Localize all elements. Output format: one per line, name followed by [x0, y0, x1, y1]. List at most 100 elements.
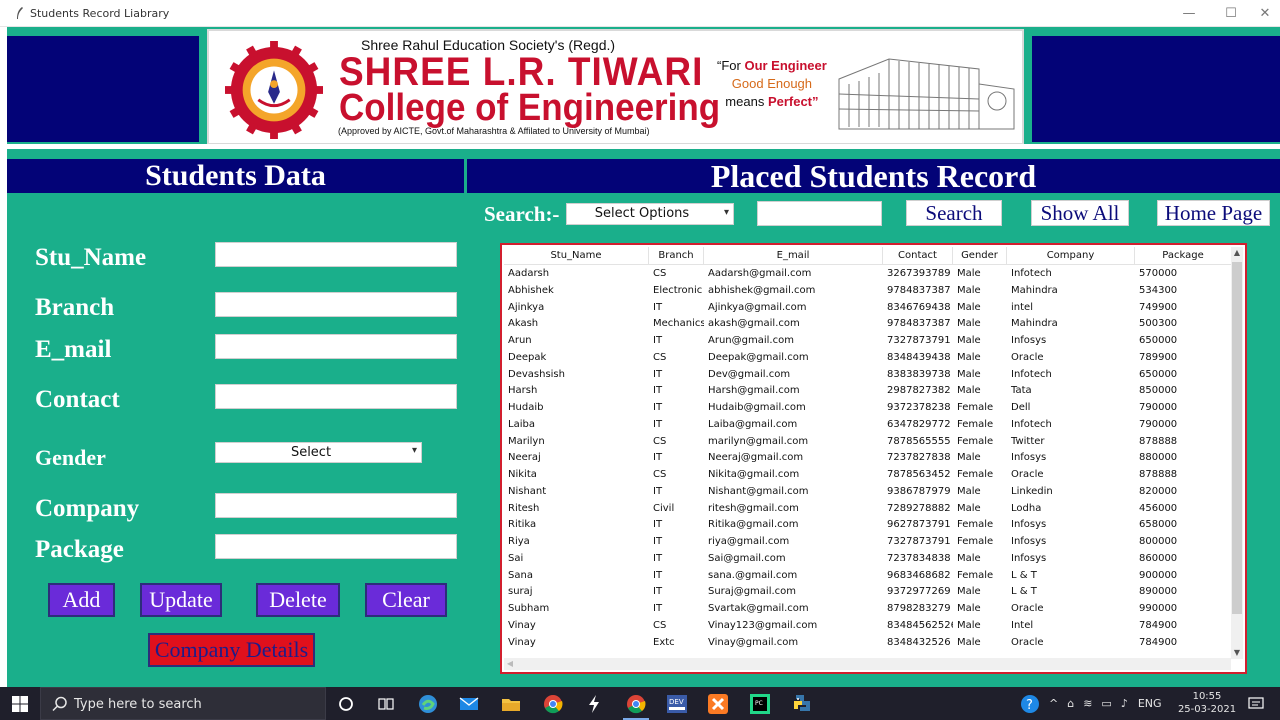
table-cell: 900000 [1139, 569, 1178, 581]
language-indicator[interactable]: ENG [1138, 697, 1162, 710]
clear-button[interactable]: Clear [365, 583, 447, 617]
column-header[interactable]: Branch [649, 247, 704, 264]
table-cell: Male [957, 335, 981, 346]
table-row[interactable]: Arun IT Arun@gmail.com 7327873791 Male Infosy… [504, 333, 1232, 350]
update-button[interactable]: Update [140, 583, 222, 617]
branch-input[interactable] [215, 292, 457, 317]
table-row[interactable]: Ajinkya IT Ajinkya@gmail.com 8346769438 Male… [504, 300, 1232, 317]
battery-icon[interactable]: ▭ [1101, 697, 1111, 710]
table-cell: Nishant [508, 485, 547, 497]
chevron-up-icon[interactable]: ^ [1049, 697, 1058, 710]
close-button[interactable]: ✕ [1242, 0, 1280, 27]
search-options-select[interactable]: Select Options ▾ [566, 203, 734, 225]
network-icon[interactable]: ⌂ [1067, 697, 1074, 710]
table-row[interactable]: Akash Mechanics akash@gmail.com 9784837387 M… [504, 316, 1232, 333]
column-header[interactable]: Company [1007, 247, 1135, 264]
wifi-icon[interactable]: ≋ [1083, 697, 1092, 710]
table-row[interactable]: Sana IT sana.@gmail.com 9683468682 Female L &… [504, 568, 1232, 585]
stu-name-input[interactable] [215, 242, 457, 267]
vertical-scrollbar[interactable]: ▲ ▼ [1231, 247, 1243, 659]
column-header[interactable]: Contact [883, 247, 953, 264]
table-row[interactable]: Neeraj IT Neeraj@gmail.com 7237827838 Male In… [504, 450, 1232, 467]
table-row[interactable]: Riya IT riya@gmail.com 7327873791 Female Info… [504, 534, 1232, 551]
chrome-profile-icon[interactable] [619, 691, 653, 720]
table-cell: Tata [1011, 385, 1032, 397]
file-explorer-icon[interactable] [494, 691, 528, 716]
table-row[interactable]: Sai IT Sai@gmail.com 7237834838 Male Infosys 8… [504, 551, 1232, 568]
table-cell: 7327873791 [887, 335, 951, 346]
volume-icon[interactable]: ♪ [1121, 697, 1128, 710]
table-row[interactable]: Devashsish IT Dev@gmail.com 8383839738 Male I… [504, 367, 1232, 384]
chrome-icon[interactable] [536, 691, 570, 716]
table-row[interactable]: suraj IT Suraj@gmail.com 9372977269 Male L & … [504, 584, 1232, 601]
table-cell: Neeraj@gmail.com [708, 452, 804, 464]
table-row[interactable]: Subham IT Svartak@gmail.com 8798283279 Male O… [504, 601, 1232, 618]
column-header[interactable]: Package [1135, 247, 1232, 264]
home-page-button[interactable]: Home Page [1157, 200, 1270, 226]
gender-select[interactable]: Select ▾ [215, 442, 422, 463]
package-input[interactable] [215, 534, 457, 559]
table-cell: Harsh [508, 385, 538, 397]
table-cell: Infotech [1011, 268, 1052, 279]
column-header[interactable]: E_mail [704, 247, 883, 264]
table-row[interactable]: Ritesh Civil ritesh@gmail.com 7289278882 Mal… [504, 501, 1232, 518]
table-cell: 650000 [1139, 335, 1178, 346]
search-button[interactable]: Search [906, 200, 1002, 226]
bolt-app-icon[interactable] [577, 691, 611, 716]
dev-app-icon[interactable]: DEV [660, 691, 694, 716]
scroll-up-icon[interactable]: ▲ [1231, 247, 1243, 259]
package-label: Package [35, 536, 124, 563]
table-cell: Female [957, 519, 994, 531]
taskbar-search-box[interactable]: Type here to search [40, 687, 326, 720]
scrollbar-thumb[interactable] [1232, 262, 1242, 614]
table-row[interactable]: Harsh IT Harsh@gmail.com 2987827382 Male Tata… [504, 383, 1232, 400]
table-row[interactable]: Nikita CS Nikita@gmail.com 7878563452 Female… [504, 467, 1232, 484]
table-row[interactable]: Vinay Extc Vinay@gmail.com 8348432526 Male Or… [504, 635, 1232, 652]
table-row[interactable]: Ritika IT Ritika@gmail.com 9627873791 Female… [504, 517, 1232, 534]
table-body: Aadarsh CS Aadarsh@gmail.com 3267393789 Male… [504, 266, 1232, 651]
pycharm-icon[interactable]: PC [743, 691, 777, 716]
email-input[interactable] [215, 334, 457, 359]
horizontal-scrollbar[interactable]: ◀ [504, 658, 1231, 670]
search-input[interactable] [757, 201, 882, 226]
clock[interactable]: 10:55 25-03-2021 [1172, 690, 1242, 716]
table-row[interactable]: Abhishek Electronic abhishek@gmail.com 9784… [504, 283, 1232, 300]
table-cell: IT [653, 335, 663, 346]
edge-icon[interactable] [411, 691, 445, 716]
company-input[interactable] [215, 493, 457, 518]
windows-start-icon[interactable] [0, 687, 40, 720]
table-row[interactable]: Deepak CS Deepak@gmail.com 8348439438 Male Or… [504, 350, 1232, 367]
table-row[interactable]: Vinay CS Vinay123@gmail.com 83484562526 Male… [504, 618, 1232, 635]
table-cell: Deepak [508, 351, 547, 363]
column-header[interactable]: Stu_Name [504, 247, 649, 264]
scroll-left-icon[interactable]: ◀ [504, 658, 516, 670]
scroll-down-icon[interactable]: ▼ [1231, 647, 1243, 659]
python-icon[interactable] [785, 691, 819, 716]
column-header[interactable]: Gender [953, 247, 1007, 264]
table-cell: 7878563452 [887, 469, 951, 480]
task-view-icon[interactable] [369, 691, 403, 716]
table-row[interactable]: Nishant IT Nishant@gmail.com 9386787979 Male… [504, 484, 1232, 501]
help-icon[interactable]: ? [1020, 694, 1040, 714]
search-options-value: Select Options [594, 206, 690, 221]
table-row[interactable]: Hudaib IT Hudaib@gmail.com 9372378238 Female… [504, 400, 1232, 417]
show-all-button[interactable]: Show All [1031, 200, 1129, 226]
delete-button[interactable]: Delete [256, 583, 340, 617]
table-cell: Male [957, 586, 981, 598]
table-cell: Extc [653, 636, 675, 648]
search-icon [52, 696, 67, 712]
company-details-button[interactable]: Company Details [148, 633, 315, 667]
table-row[interactable]: Marilyn CS marilyn@gmail.com 7878565555 Fema… [504, 434, 1232, 451]
contact-input[interactable] [215, 384, 457, 409]
table-cell: Infosys [1011, 519, 1047, 531]
mail-icon[interactable] [452, 691, 486, 716]
notification-icon[interactable] [1239, 691, 1273, 716]
table-row[interactable]: Laiba IT Laiba@gmail.com 6347829772 Female In… [504, 417, 1232, 434]
table-row[interactable]: Aadarsh CS Aadarsh@gmail.com 3267393789 Male… [504, 266, 1232, 283]
minimize-button[interactable]: — [1166, 0, 1212, 27]
xampp-icon[interactable] [701, 691, 735, 716]
table-cell: Female [957, 435, 994, 447]
table-cell: sana.@gmail.com [708, 569, 798, 581]
cortana-icon[interactable] [329, 691, 363, 716]
add-button[interactable]: Add [48, 583, 115, 617]
